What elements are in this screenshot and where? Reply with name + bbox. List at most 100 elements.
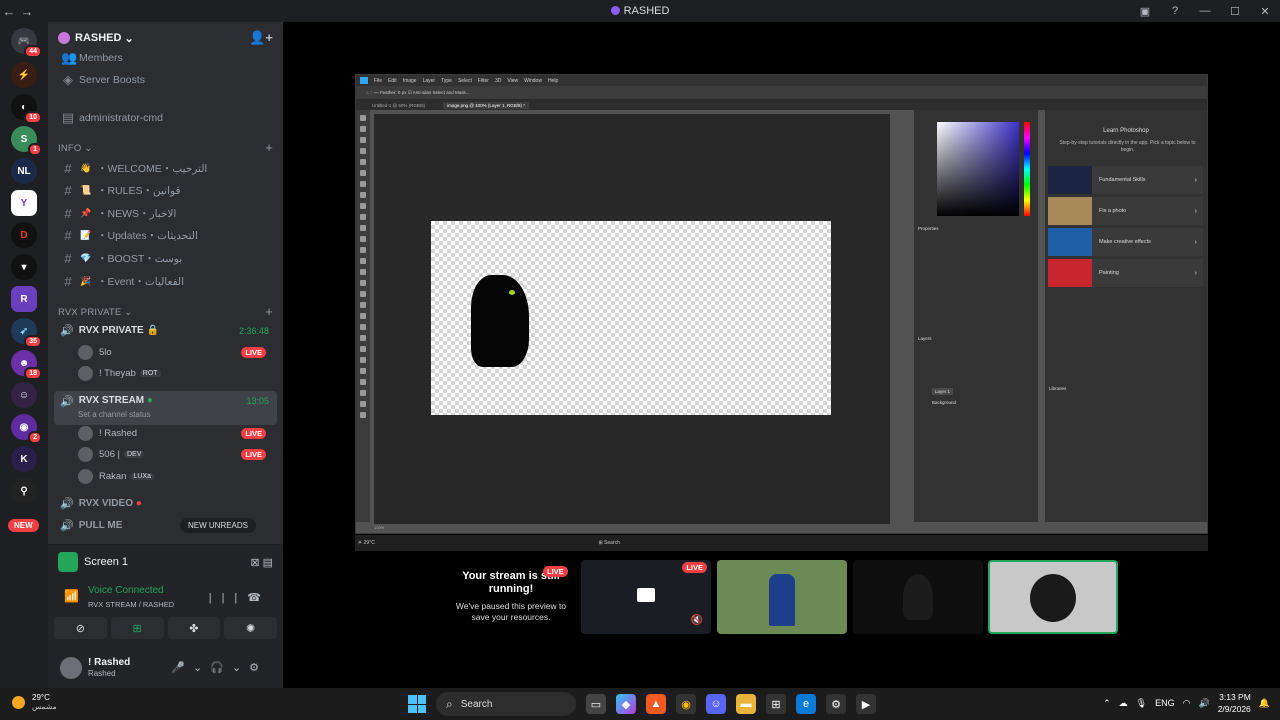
wifi-icon[interactable]: ◠ (1183, 698, 1191, 709)
app-icon[interactable]: ▲ (646, 694, 666, 714)
voice-user[interactable]: ! Rashed LIVE (78, 424, 273, 443)
copilot-icon[interactable]: ◆ (616, 694, 636, 714)
taskbar-search[interactable]: ⌕ Search (436, 692, 576, 716)
screen-share-button[interactable]: ⊞ (110, 617, 164, 639)
voice-channel-rvx-private[interactable]: 🔊 RVX PRIVATE 🔒 2:36:48 (54, 320, 277, 341)
server-icon[interactable]: ☺ (11, 382, 37, 408)
media-player-icon[interactable]: ▶ (856, 694, 876, 714)
server-icon[interactable]: NL (11, 158, 37, 184)
direct-messages-icon[interactable]: 🎮 44 (11, 28, 42, 58)
user-controls[interactable]: 🎤⌄🎧⌄⚙ (171, 661, 267, 674)
chrome-icon[interactable]: ◉ (676, 694, 696, 714)
search-icon: ⌕ (446, 696, 453, 711)
color-picker-field[interactable] (937, 122, 1019, 216)
voice-controls[interactable]: |||☎ (209, 591, 271, 604)
ps-document-tabs: Untitled-1 @ 50% (RGB/8) image.png @ 100… (356, 100, 1207, 110)
stream-view[interactable]: File Edit Image Layer Type Select Filter… (283, 22, 1280, 688)
mic-icon[interactable]: 🎙 (1136, 698, 1147, 709)
channel-updates[interactable]: # 📝 ・Updates・التحديثات (54, 225, 277, 245)
store-icon[interactable]: ⊞ (766, 694, 786, 714)
server-icon[interactable]: S1 (11, 126, 42, 156)
server-icon[interactable]: R (11, 286, 37, 312)
voice-action-buttons: ⊘ ⊞ ✤ ✺ (54, 617, 277, 639)
learn-item[interactable]: Fix a photo › (1048, 197, 1203, 225)
category-rvx-private[interactable]: RVX PRIVATE ⌄ + (58, 305, 273, 318)
server-icon[interactable]: ☻ 18 (11, 350, 42, 380)
minimize-icon[interactable]: — (1190, 5, 1220, 17)
server-icon[interactable]: ➶ 35 (11, 318, 42, 348)
camera-off-button[interactable]: ⊘ (54, 617, 107, 639)
weather-widget[interactable]: 29°C مشمس (12, 693, 57, 711)
learn-item[interactable]: Make creative effects › (1048, 228, 1203, 256)
screen-share-row[interactable]: Screen 1 ⊠ ▤ (58, 551, 273, 573)
voice-user[interactable]: Rakan LUXa (78, 467, 273, 486)
stream-tile[interactable] (717, 560, 847, 634)
stream-tile-selected[interactable] (988, 560, 1118, 634)
voice-connected-label[interactable]: Voice Connected (88, 585, 164, 596)
voice-channel-rvx-video[interactable]: 🔊 RVX VIDEO ● (54, 493, 277, 514)
hash-icon: # (64, 273, 72, 289)
voice-user[interactable]: 5lo LIVE (78, 343, 273, 362)
hue-slider[interactable] (1024, 122, 1030, 216)
category-info[interactable]: INFO ⌄ + (58, 141, 273, 154)
wave-icon: 👋 (80, 162, 92, 173)
close-icon[interactable]: ✕ (1250, 5, 1280, 18)
server-icon[interactable]: ▾ (11, 254, 37, 280)
voice-user[interactable]: 506 | DEV LIVE (78, 445, 273, 464)
learn-item[interactable]: Fundamental Skills › (1048, 166, 1203, 194)
discord-icon[interactable]: ☺ (706, 694, 726, 714)
channel-welcome[interactable]: # 👋 ・WELCOME・الترحيب (54, 158, 277, 178)
server-icon[interactable]: ◐ 10 (11, 94, 42, 124)
app-icon[interactable]: ⚙ (826, 694, 846, 714)
channel-rules[interactable]: # 📜 ・RULES・قوانين (54, 180, 277, 200)
server-icon[interactable]: Y (11, 190, 37, 216)
notification-icon[interactable]: 🔔 (1259, 698, 1270, 709)
activities-button[interactable]: ✤ (167, 617, 221, 639)
channel-server-boosts[interactable]: ◈ Server Boosts (54, 70, 277, 90)
server-icon[interactable]: D (11, 222, 37, 248)
server-icon[interactable]: K (11, 446, 37, 472)
channel-administrator-cmd[interactable]: ▤ administrator-cmd (54, 108, 277, 128)
learn-item[interactable]: Painting › (1048, 259, 1203, 287)
network-icon[interactable]: ☁ (1119, 698, 1128, 709)
voice-channel-rvx-stream[interactable]: 🔊 RVX STREAM ● 13:05 Set a channel status (54, 391, 277, 425)
hash-icon: # (64, 160, 72, 176)
stream-tile[interactable]: LIVE 🔇 (581, 560, 711, 634)
new-pill[interactable]: NEW (8, 519, 39, 532)
chevron-up-icon[interactable]: ⌃ (1103, 698, 1111, 709)
mute-icon[interactable]: 🔇 (691, 615, 703, 626)
forward-icon[interactable]: → (18, 4, 36, 19)
ps-document-canvas[interactable] (431, 221, 831, 415)
channel-event[interactable]: # 🎉 ・Event・الفعاليات (54, 271, 277, 291)
edge-icon[interactable]: e (796, 694, 816, 714)
add-member-icon[interactable]: 👤+ (249, 30, 273, 46)
back-icon[interactable]: ← (0, 4, 18, 19)
avatar[interactable] (60, 657, 82, 679)
ps-menu-bar: File Edit Image Layer Type Select Filter… (356, 75, 1207, 86)
file-explorer-icon[interactable]: ▬ (736, 694, 756, 714)
maximize-icon[interactable]: ☐ (1220, 5, 1250, 18)
clock[interactable]: 3:13 PM 2/9/2026 (1218, 691, 1251, 715)
start-button[interactable] (408, 695, 426, 713)
screen-icon (637, 588, 655, 602)
stream-tile[interactable] (853, 560, 983, 634)
task-view-icon[interactable]: ▭ (586, 694, 606, 714)
volume-icon[interactable]: 🔊 (1198, 698, 1209, 709)
server-icon[interactable]: ◉ 2 (11, 414, 42, 444)
inbox-icon[interactable]: ▣ (1130, 5, 1160, 18)
channel-news[interactable]: # 📌 ・NEWS・الاخبار (54, 203, 277, 223)
server-icon[interactable]: ⚲ (11, 478, 37, 504)
signal-icon[interactable]: 📶 (64, 589, 79, 603)
voice-user[interactable]: ! Theyab ROT (78, 364, 273, 383)
channel-members[interactable]: 👥 Members (54, 48, 277, 68)
channel-boost[interactable]: # 💎 ・BOOST・بوست (54, 248, 277, 268)
add-channel-icon[interactable]: + (265, 305, 273, 318)
new-unreads-pill[interactable]: NEW UNREADS (180, 518, 257, 533)
server-icon[interactable]: ⚡ (11, 62, 37, 88)
help-icon[interactable]: ? (1160, 5, 1190, 17)
stop-stream-icon[interactable]: ⊠ ▤ (250, 556, 273, 569)
ps-zoom-status: 100% (374, 525, 385, 530)
add-channel-icon[interactable]: + (265, 141, 273, 154)
soundboard-button[interactable]: ✺ (224, 617, 277, 639)
photoshop-logo-icon (360, 77, 368, 84)
